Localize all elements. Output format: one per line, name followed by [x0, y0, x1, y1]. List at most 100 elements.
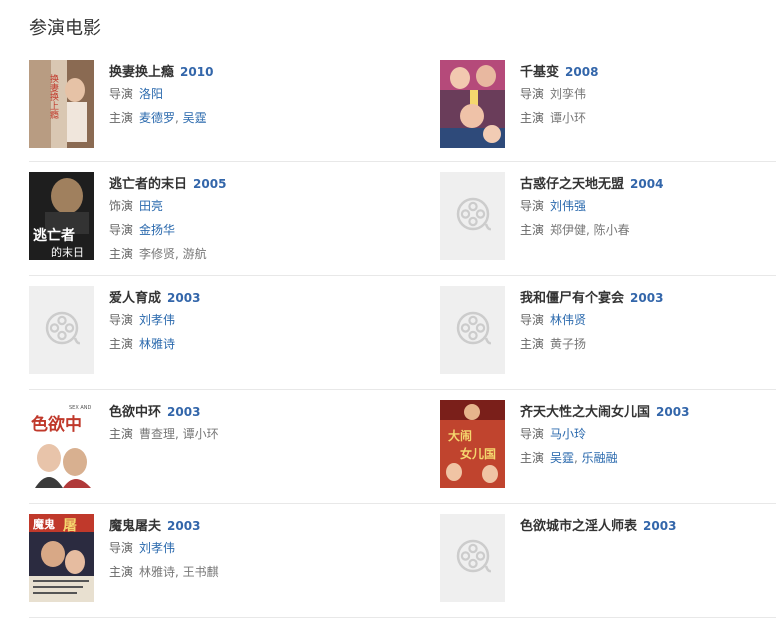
- movie-year-link[interactable]: 2003: [167, 291, 200, 305]
- movie-item: 换妻换上瘾 换妻换上瘾 2010 导演 洛阳 主演 麦德罗, 吴霆: [29, 60, 369, 152]
- movie-title-link[interactable]: 齐天大性之大闹女儿国: [520, 405, 650, 420]
- svg-text:逃亡者: 逃亡者: [33, 227, 75, 244]
- movie-row: 爱人育成 2003 导演 刘孝伟 主演 林雅诗 我和僵尸有个宴会 2003 导演 林伟贤 主演 黄子…: [29, 276, 776, 390]
- credit-label: 导演: [109, 223, 134, 237]
- movie-title-line: 色欲城市之淫人师表 2003: [520, 514, 776, 536]
- movie-info: 我和僵尸有个宴会 2003 导演 林伟贤 主演 黄子扬: [520, 286, 776, 356]
- movie-title-line: 色欲中环 2003: [109, 400, 369, 422]
- svg-text:女儿国: 女儿国: [460, 446, 496, 461]
- movie-year-link[interactable]: 2008: [565, 65, 598, 79]
- credit-line: 主演 曹查理, 谭小环: [109, 423, 369, 446]
- movie-row: 魔鬼屠魔鬼屠夫 2003 导演 刘孝伟 主演 林雅诗, 王书麒 色欲城市之淫人师表 2003: [29, 504, 776, 618]
- separator: ,: [175, 111, 183, 125]
- credit-line: 主演 郑伊健, 陈小春: [520, 219, 776, 242]
- poster-title-text: 换妻换上瘾: [48, 73, 59, 120]
- movie-title-line: 魔鬼屠夫 2003: [109, 514, 369, 536]
- person-link[interactable]: 刘伟强: [550, 199, 586, 213]
- movie-item: 逃亡者 的末日 逃亡者的末日 2005 饰演 田亮 导演 金扬华 主演 李修贤, 游航: [29, 172, 369, 264]
- credit-label: 导演: [109, 87, 134, 101]
- movie-poster[interactable]: 逃亡者 的末日: [29, 172, 94, 260]
- movie-year-link[interactable]: 2004: [630, 177, 663, 191]
- credit-line: 导演 刘伟强: [520, 195, 776, 218]
- movie-year-link[interactable]: 2010: [180, 65, 213, 79]
- film-reel-icon: [456, 197, 491, 231]
- movie-info: 换妻换上瘾 2010 导演 洛阳 主演 麦德罗, 吴霆: [109, 60, 369, 130]
- movie-row: 色欲中 SEX AND 色欲中环 2003 主演 曹查理, 谭小环 大闹 女儿国 齐天大性之大…: [29, 390, 776, 504]
- movie-title-link[interactable]: 我和僵尸有个宴会: [520, 291, 624, 306]
- movie-year-link[interactable]: 2003: [643, 519, 676, 533]
- svg-text:的末日: 的末日: [51, 245, 84, 259]
- movie-title-link[interactable]: 魔鬼屠夫: [109, 519, 161, 534]
- person-names: 黄子扬: [550, 337, 587, 351]
- movie-title-line: 我和僵尸有个宴会 2003: [520, 286, 776, 308]
- section-title: 参演电影: [29, 18, 101, 39]
- movie-poster[interactable]: 魔鬼屠: [29, 514, 94, 602]
- movie-title-link[interactable]: 色欲中环: [109, 405, 161, 420]
- film-reel-icon: [456, 311, 491, 345]
- movie-poster[interactable]: 色欲中 SEX AND: [29, 400, 94, 488]
- poster-placeholder[interactable]: [29, 286, 94, 374]
- credit-line: 主演 吴霆, 乐融融: [520, 447, 776, 470]
- credit-line: 导演 马小玲: [520, 423, 776, 446]
- movie-year-link[interactable]: 2003: [167, 519, 200, 533]
- movie-poster[interactable]: [440, 60, 505, 148]
- movie-item: 色欲城市之淫人师表 2003: [440, 514, 776, 606]
- person-link[interactable]: 金扬华: [139, 223, 175, 237]
- separator: ,: [574, 451, 582, 465]
- movie-item: 魔鬼屠魔鬼屠夫 2003 导演 刘孝伟 主演 林雅诗, 王书麒: [29, 514, 369, 606]
- credit-label: 主演: [520, 111, 545, 125]
- credit-line: 导演 金扬华: [109, 219, 369, 242]
- person-link[interactable]: 马小玲: [550, 427, 586, 441]
- film-reel-icon: [456, 539, 491, 573]
- person-link[interactable]: 洛阳: [139, 87, 163, 101]
- movie-title-line: 爱人育成 2003: [109, 286, 369, 308]
- movie-title-link[interactable]: 色欲城市之淫人师表: [520, 519, 637, 534]
- movie-year-link[interactable]: 2005: [193, 177, 226, 191]
- movie-title-link[interactable]: 爱人育成: [109, 291, 161, 306]
- movie-poster[interactable]: 大闹女儿国: [440, 400, 505, 488]
- credit-line: 导演 刘孪伟: [520, 83, 776, 106]
- credit-line: 导演 洛阳: [109, 83, 369, 106]
- movie-year-link[interactable]: 2003: [630, 291, 663, 305]
- credit-label: 主演: [109, 427, 134, 441]
- person-link[interactable]: 林伟贤: [550, 313, 586, 327]
- svg-text:大闹: 大闹: [448, 428, 472, 443]
- movie-info: 魔鬼屠夫 2003 导演 刘孝伟 主演 林雅诗, 王书麒: [109, 514, 369, 584]
- person-link[interactable]: 吴霆: [183, 111, 207, 125]
- credit-line: 主演 李修贤, 游航: [109, 243, 369, 266]
- person-link[interactable]: 林雅诗: [139, 337, 175, 351]
- person-link[interactable]: 田亮: [139, 199, 163, 213]
- movie-title-link[interactable]: 换妻换上瘾: [109, 65, 174, 80]
- movie-item: 色欲中 SEX AND 色欲中环 2003 主演 曹查理, 谭小环: [29, 400, 369, 492]
- movie-year-link[interactable]: 2003: [656, 405, 689, 419]
- person-names: 曹查理, 谭小环: [139, 427, 219, 441]
- movie-title-link[interactable]: 古惑仔之天地无盟: [520, 177, 624, 192]
- movie-row: 逃亡者 的末日 逃亡者的末日 2005 饰演 田亮 导演 金扬华 主演 李修贤, 游航 古惑仔之天…: [29, 162, 776, 276]
- credit-label: 饰演: [109, 199, 134, 213]
- credit-label: 主演: [109, 111, 134, 125]
- person-names: 林雅诗, 王书麒: [139, 565, 219, 579]
- movie-info: 古惑仔之天地无盟 2004 导演 刘伟强 主演 郑伊健, 陈小春: [520, 172, 776, 242]
- movie-title-link[interactable]: 逃亡者的末日: [109, 177, 187, 192]
- movie-title-line: 齐天大性之大闹女儿国 2003: [520, 400, 776, 422]
- credit-label: 主演: [520, 451, 545, 465]
- poster-placeholder[interactable]: [440, 514, 505, 602]
- poster-placeholder[interactable]: [440, 172, 505, 260]
- person-link[interactable]: 乐融融: [582, 451, 618, 465]
- movie-info: 千基变 2008 导演 刘孪伟主演 谭小环: [520, 60, 776, 130]
- person-link[interactable]: 麦德罗: [139, 111, 175, 125]
- credit-line: 导演 刘孝伟: [109, 309, 369, 332]
- movie-item: 大闹 女儿国 齐天大性之大闹女儿国 2003 导演 马小玲 主演 吴霆, 乐融融: [440, 400, 776, 492]
- person-link[interactable]: 吴霆: [550, 451, 574, 465]
- credit-label: 导演: [109, 313, 134, 327]
- person-names: 谭小环: [550, 111, 587, 125]
- movie-poster[interactable]: 换妻换上瘾: [29, 60, 94, 148]
- credit-label: 导演: [520, 313, 545, 327]
- poster-placeholder[interactable]: [440, 286, 505, 374]
- movie-title-link[interactable]: 千基变: [520, 65, 559, 80]
- movie-year-link[interactable]: 2003: [167, 405, 200, 419]
- credit-label: 主演: [109, 337, 134, 351]
- credit-line: 饰演 田亮: [109, 195, 369, 218]
- person-link[interactable]: 刘孝伟: [139, 541, 175, 555]
- person-link[interactable]: 刘孝伟: [139, 313, 175, 327]
